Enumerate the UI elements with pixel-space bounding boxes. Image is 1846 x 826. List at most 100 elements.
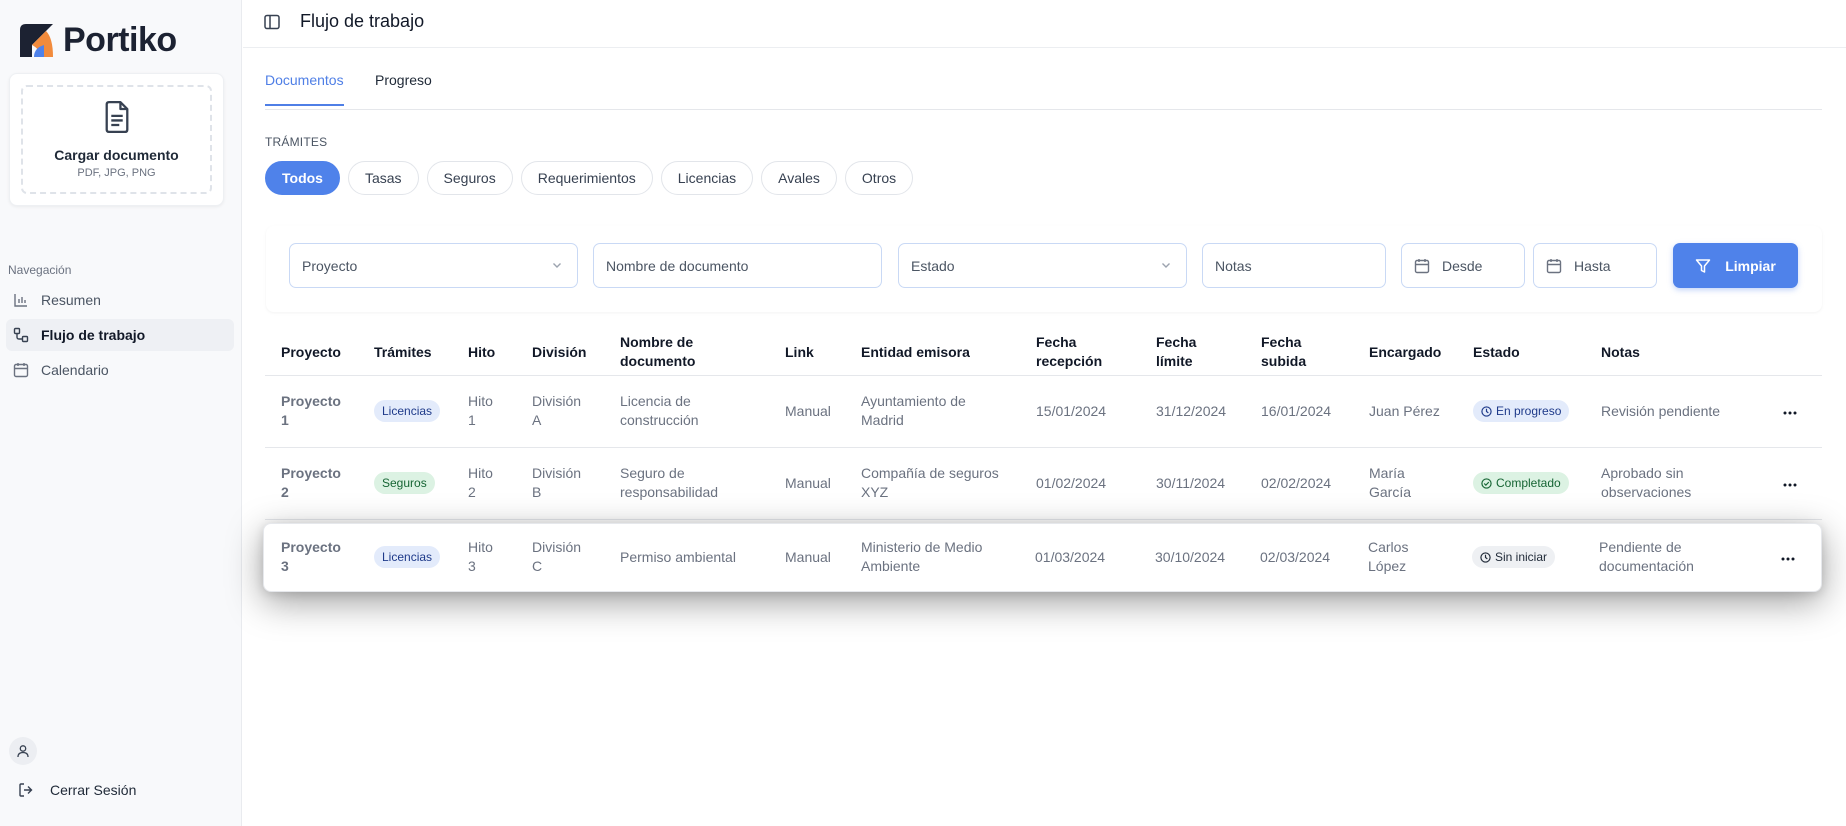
status-label: Sin iniciar <box>1495 550 1548 564</box>
clear-filters-button[interactable]: Limpiar <box>1673 243 1798 288</box>
tab-progreso[interactable]: Progreso <box>375 72 432 104</box>
col-nombre-line-1: Nombre de <box>620 334 694 350</box>
col-division[interactable]: División <box>532 343 586 362</box>
tramites-filter-chips: Todos Tasas Seguros Requerimientos Licen… <box>265 161 914 195</box>
cell-entidad: Ayuntamiento de Madrid <box>861 392 966 430</box>
more-options-icon[interactable] <box>1782 477 1798 493</box>
col-fecha-subida[interactable]: Fecha subida <box>1261 333 1306 371</box>
col-tramites[interactable]: Trámites <box>374 343 432 362</box>
chip-avales[interactable]: Avales <box>761 161 837 195</box>
logout-label: Cerrar Sesión <box>50 782 137 798</box>
col-nombre-documento[interactable]: Nombre de documento <box>620 333 695 371</box>
cell-division-line-1: División <box>532 393 582 409</box>
page-title: Flujo de trabajo <box>300 11 425 31</box>
notas-placeholder: Notas <box>1215 257 1252 274</box>
chip-todos[interactable]: Todos <box>265 161 340 195</box>
cell-link[interactable]: Manual <box>785 548 831 567</box>
cell-nombre: Permiso ambiental <box>620 548 736 567</box>
portiko-logo-icon <box>20 23 53 57</box>
cell-nombre-line-2: construcción <box>620 412 699 428</box>
cell-proyecto-line-2: 3 <box>281 558 289 574</box>
cell-division: División B <box>532 464 581 502</box>
cell-entidad-line-2: Ambiente <box>861 558 921 574</box>
cell-division-line-2: C <box>532 558 543 574</box>
col-hito[interactable]: Hito <box>468 343 495 362</box>
hasta-placeholder: Hasta <box>1574 257 1611 274</box>
col-nombre-line-2: documento <box>620 353 696 369</box>
cell-hito-line-1: Hito <box>468 539 493 555</box>
col-encargado[interactable]: Encargado <box>1369 343 1441 362</box>
cell-link[interactable]: Manual <box>785 474 831 493</box>
chevron-down-icon <box>553 263 561 268</box>
cell-encargado: María García <box>1369 464 1411 502</box>
more-options-icon[interactable] <box>1782 405 1798 421</box>
user-avatar[interactable] <box>9 737 37 765</box>
cell-fecha-limite: 30/11/2024 <box>1156 475 1226 491</box>
cell-link[interactable]: Manual <box>785 402 831 421</box>
upload-card[interactable]: Cargar documento PDF, JPG, PNG <box>9 73 224 206</box>
clock-icon <box>1480 551 1491 563</box>
col-recepcion-line-2: recepción <box>1036 353 1103 369</box>
col-notas[interactable]: Notas <box>1601 343 1640 362</box>
cell-entidad-line-1: Ministerio de Medio <box>861 539 983 555</box>
cell-nombre: Licencia de construcción <box>620 392 699 430</box>
chip-seguros[interactable]: Seguros <box>426 161 513 195</box>
tab-documentos[interactable]: Documentos <box>265 72 344 106</box>
cell-notas: Aprobado sin observaciones <box>1601 464 1691 502</box>
cell-entidad-line-1: Ayuntamiento de <box>861 393 966 409</box>
cell-nombre-line-2: responsabilidad <box>620 484 719 500</box>
sidebar-item-label: Resumen <box>41 292 101 308</box>
col-fecha-recepcion[interactable]: Fecha recepción <box>1036 333 1102 371</box>
cell-proyecto: Proyecto 1 <box>281 392 341 430</box>
cell-notas: Pendiente de documentación <box>1599 538 1694 576</box>
col-link[interactable]: Link <box>785 343 814 362</box>
desde-date-picker[interactable]: Desde <box>1401 243 1525 288</box>
cell-encargado: Carlos López <box>1368 538 1408 576</box>
cell-fecha-limite: 31/12/2024 <box>1156 403 1227 419</box>
tramites-label: TRÁMITES <box>265 135 328 149</box>
chip-requerimientos[interactable]: Requerimientos <box>520 161 653 195</box>
cell-notas-line-1: Pendiente de <box>1599 539 1682 555</box>
estado-select[interactable]: Estado <box>898 243 1187 288</box>
logout-button[interactable]: Cerrar Sesión <box>18 782 136 798</box>
proyecto-select[interactable]: Proyecto <box>289 243 578 288</box>
nav-section-label: Navegación <box>8 263 72 277</box>
cell-hito-line-2: 2 <box>468 484 476 500</box>
table-row[interactable]: Proyecto 2 Seguros Hito 2 División B Seguro… <box>265 449 1822 520</box>
logo[interactable]: Portiko <box>20 20 177 60</box>
cell-encargado: Juan Pérez <box>1369 402 1440 421</box>
more-options-icon[interactable] <box>1780 551 1796 567</box>
tramite-badge: Seguros <box>374 472 435 494</box>
chip-licencias[interactable]: Licencias <box>660 161 754 195</box>
chip-tasas[interactable]: Tasas <box>347 161 419 195</box>
cell-hito: Hito 1 <box>468 392 493 430</box>
sidebar-item-resumen[interactable]: Resumen <box>6 284 234 316</box>
sidebar-item-calendario[interactable]: Calendario <box>6 354 234 386</box>
table-row-dragging[interactable]: Proyecto 3 Licencias Hito 3 División C Perm… <box>263 523 1822 592</box>
tab-bar: Documentos Progreso <box>265 64 1822 110</box>
table-row[interactable]: Proyecto 1 Licencias Hito 1 División A Lice… <box>265 377 1822 448</box>
cell-fecha-recepcion: 01/03/2024 <box>1035 549 1106 565</box>
estado-select-value: Estado <box>911 257 955 274</box>
chip-otros[interactable]: Otros <box>844 161 914 195</box>
col-recepcion-line-1: Fecha <box>1036 334 1077 350</box>
col-entidad-emisora[interactable]: Entidad emisora <box>861 343 970 362</box>
col-fecha-limite[interactable]: Fecha límite <box>1156 333 1196 371</box>
col-estado[interactable]: Estado <box>1473 343 1520 362</box>
nombre-documento-input[interactable]: Nombre de documento <box>593 243 882 288</box>
hasta-date-picker[interactable]: Hasta <box>1533 243 1657 288</box>
col-proyecto[interactable]: Proyecto <box>281 343 341 362</box>
cell-fecha-recepcion: 15/01/2024 <box>1036 403 1107 419</box>
cell-nombre-line-1: Permiso ambiental <box>620 549 736 565</box>
cell-proyecto-line-2: 2 <box>281 484 289 500</box>
cell-fecha-recepcion: 01/02/2024 <box>1036 475 1107 491</box>
calendar-icon <box>1546 258 1562 273</box>
cell-nombre-line-1: Licencia de <box>620 393 691 409</box>
cell-notas-line-2: documentación <box>1599 558 1694 574</box>
notas-input[interactable]: Notas <box>1202 243 1386 288</box>
cell-notas: Revisión pendiente <box>1601 402 1720 421</box>
upload-dropzone[interactable]: Cargar documento PDF, JPG, PNG <box>21 85 212 194</box>
desde-placeholder: Desde <box>1442 257 1483 274</box>
sidebar-item-flujo-de-trabajo[interactable]: Flujo de trabajo <box>6 319 234 351</box>
sidebar-toggle-icon[interactable] <box>263 13 281 31</box>
